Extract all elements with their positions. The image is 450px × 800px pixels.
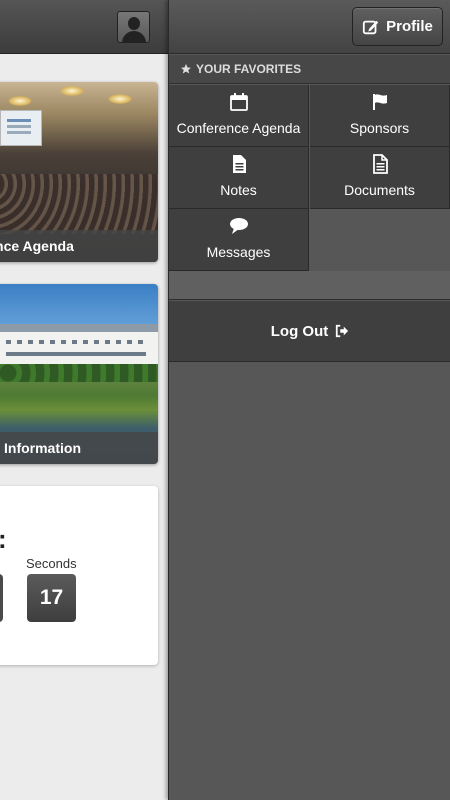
- favorite-label: Sponsors: [349, 120, 410, 136]
- favorite-label: Messages: [206, 244, 271, 260]
- side-menu: Profile YOUR FAVORITES Conference Agenda…: [168, 0, 450, 800]
- main-content-panel: erence Agenda Information : s Seconds 17: [0, 0, 168, 800]
- countdown-title-fragment: :: [0, 524, 7, 555]
- logout-button[interactable]: Log Out: [169, 301, 450, 362]
- edit-icon: [363, 20, 379, 34]
- favorite-conference-agenda[interactable]: Conference Agenda: [169, 85, 309, 147]
- favorite-sponsors[interactable]: Sponsors: [310, 85, 450, 147]
- profile-button[interactable]: Profile: [352, 7, 443, 46]
- tile-caption: Information: [0, 432, 158, 464]
- menu-header: Profile: [169, 0, 450, 54]
- logout-label: Log Out: [270, 322, 329, 340]
- audience-image: [0, 174, 158, 234]
- favorite-documents[interactable]: Documents: [310, 147, 450, 209]
- trees-image: [0, 364, 158, 382]
- favorites-header-label: YOUR FAVORITES: [196, 62, 302, 76]
- countdown-seconds-value: 17: [27, 574, 76, 622]
- countdown-seconds-label: Seconds: [26, 556, 77, 571]
- chandelier-image: [108, 94, 132, 104]
- chandelier-image: [60, 86, 84, 96]
- menu-section-divider: [169, 271, 450, 300]
- document-icon: [372, 154, 388, 174]
- favorites-empty-slot: [310, 209, 450, 271]
- favorite-label: Documents: [344, 182, 415, 198]
- note-icon: [232, 155, 246, 173]
- flag-icon: [372, 94, 387, 110]
- information-tile[interactable]: Information: [0, 284, 158, 464]
- countdown-minutes-box: [0, 574, 3, 622]
- favorite-label: Notes: [220, 182, 257, 198]
- avatar-icon: [128, 17, 140, 30]
- calendar-icon: [229, 93, 248, 111]
- favorite-label: Conference Agenda: [176, 120, 301, 136]
- favorites-header: YOUR FAVORITES: [169, 55, 450, 84]
- favorite-messages[interactable]: Messages: [169, 209, 309, 271]
- favorites-grid: Conference Agenda Sponsors Notes Documen…: [169, 85, 450, 271]
- countdown-card: : s Seconds 17: [0, 486, 158, 665]
- avatar-button[interactable]: [117, 11, 150, 43]
- star-icon: [181, 64, 191, 74]
- main-header-bar: [0, 0, 168, 54]
- conference-agenda-tile[interactable]: erence Agenda: [0, 82, 158, 262]
- sign-out-icon: [336, 324, 349, 338]
- avatar-icon-body: [122, 31, 146, 42]
- projector-screen-image: [0, 110, 42, 146]
- favorite-notes[interactable]: Notes: [169, 147, 309, 209]
- speech-bubble-icon: [229, 218, 248, 234]
- tile-caption: erence Agenda: [0, 230, 158, 262]
- profile-button-label: Profile: [386, 18, 433, 35]
- chandelier-image: [8, 96, 32, 106]
